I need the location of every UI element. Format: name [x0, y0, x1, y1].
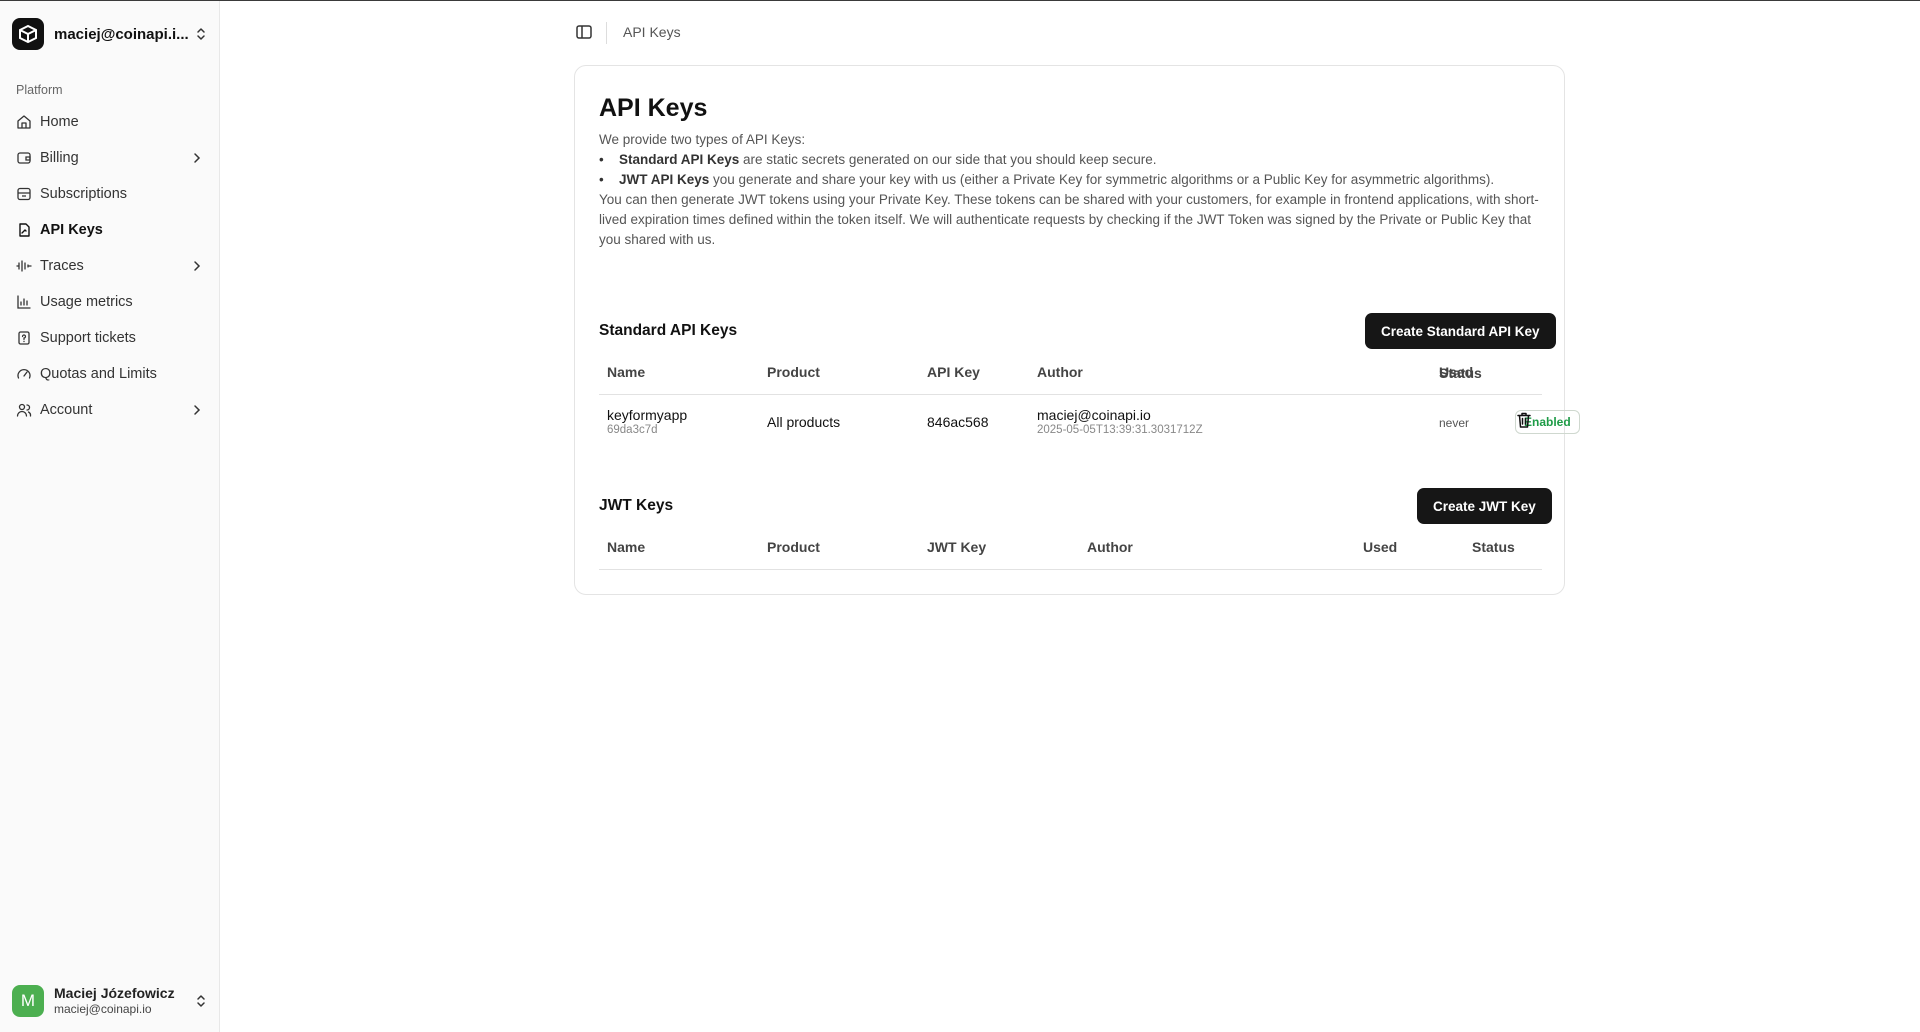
page-description: We provide two types of API Keys: Standa…	[599, 130, 1539, 250]
topbar-divider	[606, 22, 607, 44]
sidebar-toggle-icon[interactable]	[574, 22, 594, 42]
sidebar-item-home[interactable]: Home	[8, 104, 212, 140]
sidebar-nav: Home Billing Subscriptions API Keys Trac…	[8, 104, 212, 428]
sidebar-item-label: Account	[40, 402, 93, 418]
user-menu[interactable]: M Maciej Józefowicz maciej@coinapi.io	[12, 981, 208, 1021]
sidebar-item-billing[interactable]: Billing	[8, 140, 212, 176]
author-email: maciej@coinapi.io	[1037, 407, 1151, 423]
created-timestamp: 2025-05-05T13:39:31.3031712Z	[1037, 424, 1203, 436]
sidebar-item-label: Billing	[40, 150, 79, 166]
sidebar-item-label: API Keys	[40, 222, 103, 238]
sidebar-item-label: Home	[40, 114, 79, 130]
sidebar-item-label: Subscriptions	[40, 186, 128, 202]
key-document-icon	[19, 223, 30, 237]
column-header: JWT Key	[927, 539, 987, 555]
avatar: M	[12, 985, 44, 1017]
sidebar-item-label: Quotas and Limits	[40, 366, 157, 382]
chevron-right-icon	[194, 153, 201, 163]
standard-keys-table: Name Product API Key Author Used keyform…	[599, 354, 1580, 444]
home-icon	[17, 115, 31, 129]
api-keys-card: API Keys We provide two types of API Key…	[574, 65, 1580, 595]
sidebar-item-subscriptions[interactable]: Subscriptions	[8, 176, 212, 212]
gauge-icon	[17, 368, 31, 379]
column-header: Author	[1037, 364, 1083, 380]
chevron-right-icon	[194, 261, 201, 271]
create-jwt-key-button[interactable]: Create JWT Key	[1417, 488, 1552, 524]
standard-keys-title: Standard API Keys	[599, 322, 738, 339]
sidebar-item-label: Support tickets	[40, 330, 136, 346]
users-icon	[16, 403, 32, 417]
window-top-border	[0, 0, 1920, 1]
sidebar-item-account[interactable]: Account	[8, 392, 212, 428]
key-name: keyformyapp	[607, 407, 688, 423]
sidebar-item-label: Usage metrics	[40, 294, 133, 310]
column-header: Name	[607, 539, 646, 555]
archive-icon	[17, 187, 31, 201]
product-cell: All products	[767, 414, 841, 430]
column-header: Product	[767, 364, 820, 380]
sidebar-item-usage-metrics[interactable]: Usage metrics	[8, 284, 212, 320]
column-header: Status	[1439, 365, 1482, 381]
chevrons-up-down-icon	[197, 995, 205, 1007]
author-cell: maciej@coinapi.io 2025-05-05T13:39:31.30…	[1037, 407, 1203, 436]
sidebar-item-label: Traces	[40, 258, 84, 274]
used-cell: never	[1439, 416, 1470, 430]
column-header: Name	[607, 364, 646, 380]
key-id: 69da3c7d	[607, 424, 658, 436]
column-header: Status	[1472, 539, 1515, 555]
sidebar-item-quotas-and-limits[interactable]: Quotas and Limits	[8, 356, 212, 392]
help-document-icon	[18, 331, 30, 345]
jwt-keys-table: Name Product JWT Key Author Used Status	[599, 529, 1542, 571]
user-info: Maciej Józefowicz maciej@coinapi.io	[54, 985, 194, 1017]
wallet-icon	[17, 152, 31, 164]
intro-text: We provide two types of API Keys:	[599, 132, 806, 147]
bullet-jwt: JWT API Keys you generate and share your…	[599, 170, 1539, 190]
sidebar-section-label: Platform	[16, 83, 63, 97]
sidebar-item-api-keys[interactable]: API Keys	[8, 212, 212, 248]
sidebar-item-traces[interactable]: Traces	[8, 248, 212, 284]
column-header: Product	[767, 539, 820, 555]
breadcrumb: API Keys	[623, 24, 681, 40]
jwt-keys-title: JWT Keys	[599, 497, 674, 514]
key-name-cell: keyformyapp 69da3c7d	[607, 407, 687, 436]
bullet-standard: Standard API Keys are static secrets gen…	[599, 150, 1539, 170]
header-divider	[599, 569, 1542, 570]
chevron-right-icon	[194, 405, 201, 415]
wave-icon	[16, 260, 32, 272]
org-switcher[interactable]: maciej@coinapi.i...	[12, 15, 208, 53]
chevrons-up-down-icon	[197, 28, 205, 40]
org-name: maciej@coinapi.i...	[54, 25, 189, 43]
coinapi-logo	[12, 18, 44, 50]
bar-chart-icon	[17, 295, 31, 309]
jwt-paragraph: You can then generate JWT tokens using y…	[599, 192, 1539, 247]
user-name: Maciej Józefowicz	[54, 985, 175, 1001]
trash-icon[interactable]	[1515, 411, 1533, 429]
sidebar: maciej@coinapi.i... Platform Home Billin…	[0, 1, 220, 1032]
create-standard-key-button[interactable]: Create Standard API Key	[1365, 313, 1556, 349]
column-header: API Key	[927, 364, 980, 380]
user-email: maciej@coinapi.io	[54, 1002, 152, 1016]
column-header: Used	[1363, 539, 1398, 555]
sidebar-item-support-tickets[interactable]: Support tickets	[8, 320, 212, 356]
column-header: Author	[1087, 539, 1133, 555]
page-title: API Keys	[599, 94, 708, 122]
api-key-cell: 846ac568	[927, 414, 989, 430]
header-divider	[599, 394, 1542, 395]
